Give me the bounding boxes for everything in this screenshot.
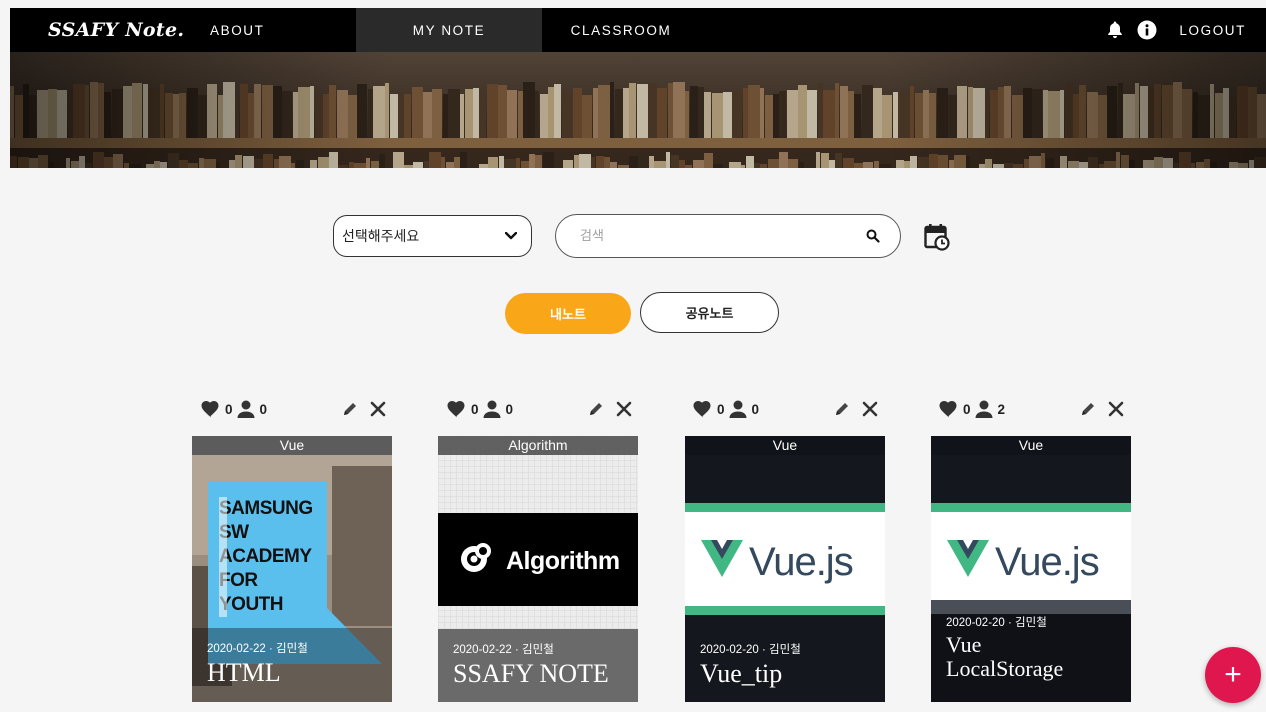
close-icon[interactable] [862, 401, 878, 417]
nav-right-group: LOGOUT [1105, 8, 1266, 52]
note-card-footer: 2020-02-22 · 김민철 HTML [192, 628, 392, 702]
nav-about[interactable]: ABOUT [190, 8, 300, 52]
search-icon[interactable] [866, 229, 880, 243]
person-icon [237, 400, 255, 418]
brand-logo[interactable]: SSAFY Note. [10, 19, 190, 41]
add-note-button[interactable]: + [1205, 647, 1261, 703]
note-category-tag: Vue [192, 436, 392, 455]
top-navbar: SSAFY Note. ABOUT MY NOTE CLASSROOM LOGO… [10, 8, 1266, 52]
note-category-tag: Vue [685, 436, 885, 455]
member-count: 2 [997, 401, 1006, 417]
heart-icon[interactable] [446, 400, 466, 418]
note-card[interactable]: Vue Vue.js 2020-02-20 · 김민철 Vue LocalSto… [931, 436, 1131, 702]
shared-notes-tab[interactable]: 공유노트 [640, 292, 779, 333]
note-meta-row: 0 0 [692, 398, 878, 420]
pencil-icon[interactable] [834, 401, 850, 417]
note-card-footer: 2020-02-20 · 김민철 Vue_tip [685, 641, 885, 702]
like-count: 0 [471, 401, 479, 417]
member-count: 0 [259, 401, 268, 417]
heart-icon[interactable] [200, 400, 220, 418]
info-icon[interactable] [1137, 20, 1157, 40]
vuejs-cover-text: Vue.js [749, 540, 854, 584]
note-card[interactable]: Vue Vue.js 2020-02-20 · 김민철 Vue_tip [685, 436, 885, 702]
logout-button[interactable]: LOGOUT [1179, 23, 1246, 38]
note-card[interactable]: Vue SAMSUNG SW ACADEMY FOR YOUTH 2020-02… [192, 436, 392, 702]
note-date-author: 2020-02-20 · 김민철 [700, 644, 801, 656]
pencil-icon[interactable] [1080, 401, 1096, 417]
chevron-down-icon [505, 232, 517, 240]
algorithm-cover-text: Algorithm [506, 547, 620, 575]
note-category-tag: Vue [931, 436, 1131, 455]
pencil-icon[interactable] [342, 401, 358, 417]
note-date-author: 2020-02-22 · 김민철 [453, 644, 554, 656]
note-card-footer: 2020-02-20 · 김민철 Vue LocalStorage [931, 614, 1131, 702]
note-title-line-1: Vue [946, 632, 982, 657]
note-meta-row: 0 2 [938, 398, 1124, 420]
heart-icon[interactable] [692, 400, 712, 418]
ssafy-initials-highlight [219, 497, 227, 617]
close-icon[interactable] [370, 401, 386, 417]
bookshelf-banner [10, 52, 1266, 168]
note-title-line-2: LocalStorage [946, 656, 1064, 681]
member-count: 0 [751, 401, 760, 417]
pencil-icon[interactable] [588, 401, 604, 417]
category-select-value: 선택해주세요 [342, 228, 420, 244]
nav-my-note[interactable]: MY NOTE [356, 8, 542, 52]
note-category-tag: Algorithm [438, 436, 638, 455]
member-count: 0 [505, 401, 514, 417]
note-title: HTML [207, 658, 281, 687]
close-icon[interactable] [1108, 401, 1124, 417]
note-actions [576, 401, 632, 417]
search-input[interactable] [580, 228, 866, 244]
calendar-clock-icon[interactable] [924, 223, 950, 251]
bell-icon[interactable] [1105, 20, 1125, 40]
category-select[interactable]: 선택해주세요 [333, 215, 532, 257]
like-count: 0 [225, 401, 233, 417]
note-meta-row: 0 0 [200, 398, 386, 420]
my-notes-tab[interactable]: 내노트 [505, 293, 631, 334]
heart-icon[interactable] [938, 400, 958, 418]
nav-classroom[interactable]: CLASSROOM [546, 8, 696, 52]
ssafy-cover-text: SAMSUNG SW ACADEMY FOR YOUTH [219, 498, 313, 615]
note-meta-row: 0 0 [446, 398, 632, 420]
close-icon[interactable] [616, 401, 632, 417]
note-actions [1068, 401, 1124, 417]
note-actions [822, 401, 878, 417]
note-card-footer: 2020-02-22 · 김민철 SSAFY NOTE [438, 629, 638, 702]
like-count: 0 [717, 401, 725, 417]
like-count: 0 [963, 401, 971, 417]
person-icon [975, 400, 993, 418]
note-date-author: 2020-02-20 · 김민철 [946, 617, 1047, 629]
note-card[interactable]: Algorithm Algorithm 2020-02-22 · 김민철 SSA… [438, 436, 638, 702]
note-title: SSAFY NOTE [453, 659, 609, 688]
note-date-author: 2020-02-22 · 김민철 [207, 643, 308, 655]
note-actions [330, 401, 386, 417]
person-icon [483, 400, 501, 418]
person-icon [729, 400, 747, 418]
vuejs-cover-text: Vue.js [995, 540, 1100, 584]
note-title: Vue_tip [700, 659, 783, 688]
search-bar [555, 214, 901, 258]
